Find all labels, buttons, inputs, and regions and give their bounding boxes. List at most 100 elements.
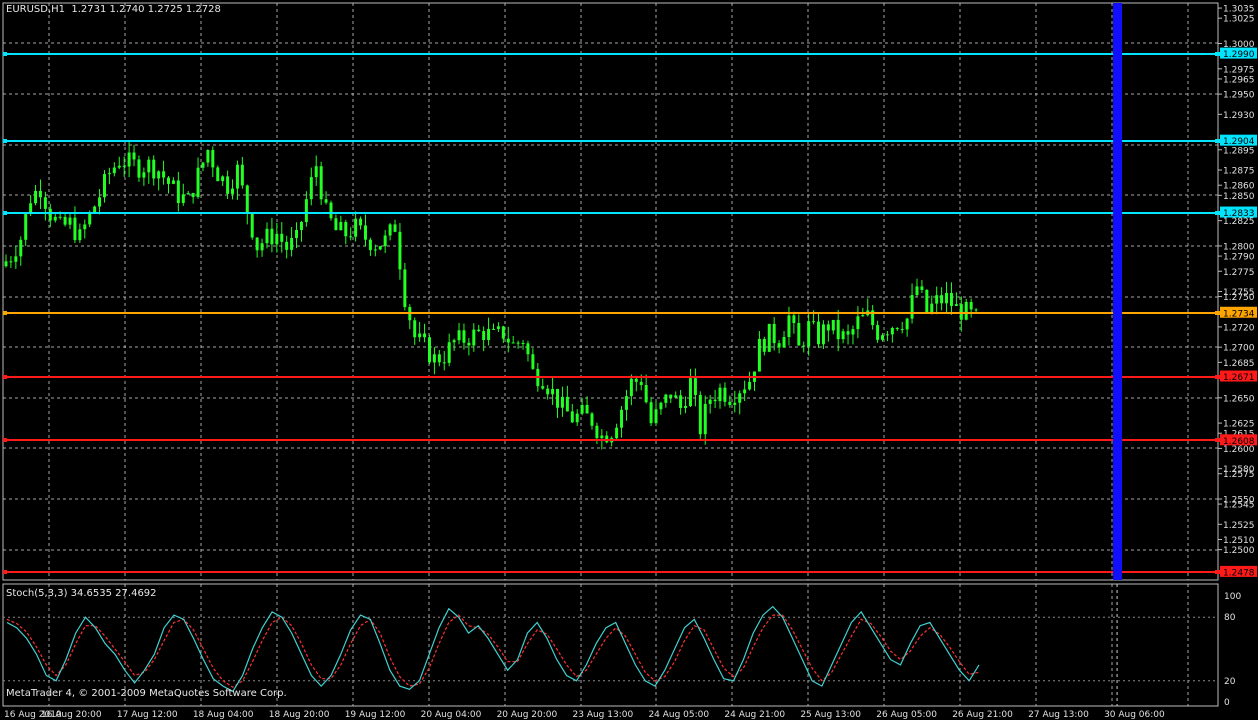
candle-body [492,328,495,330]
candle-body [792,315,796,323]
candle-body [639,381,643,386]
stoch-level-label: 0 [1224,698,1230,708]
line-handle[interactable] [1215,311,1220,315]
candle-body [496,326,500,329]
indicator-label: Stoch(5,3,3) 34.6535 27.4692 [6,588,157,599]
candle-body [693,378,697,396]
candle-body [516,342,520,344]
candle-body [851,329,855,335]
candle-body [24,214,28,240]
candle-body [856,316,860,330]
candle-body [112,167,116,174]
candle-body [821,324,825,345]
candle-body [634,378,638,382]
price-label: 1.2990 [1223,50,1255,60]
time-label: 18 Aug 04:00 [193,710,254,720]
line-handle[interactable] [1215,139,1220,143]
candle-body [102,174,106,198]
stoch-level-label: 80 [1224,613,1236,623]
candle-body [767,323,771,352]
candle-body [738,393,742,403]
price-label: 1.2600 [1223,445,1255,455]
candle-body [142,172,146,178]
candle-body [63,216,67,225]
candle-body [748,381,752,390]
line-handle[interactable] [3,52,7,56]
line-handle[interactable] [1215,52,1220,56]
price-label: 1.2720 [1223,323,1255,333]
candle-body [698,395,702,435]
candle-body [437,354,441,363]
time-label: 23 Aug 13:00 [573,710,634,720]
time-label: 20 Aug 20:00 [497,710,558,720]
price-label: 1.3035 [1223,5,1255,15]
chart-window[interactable]: 1.3035 1.3025 1.3000 1.2990 1.2975 1.2965 1.29… [0,0,1258,720]
candle-body [152,159,156,179]
price-label: 1.2965 [1223,75,1255,85]
candle-body [19,239,23,257]
candle-body [526,343,530,355]
candle-body [314,166,318,178]
candle-body [787,315,791,338]
candle-body [531,354,535,369]
price-label: 1.2750 [1223,293,1255,303]
vertical-marker[interactable] [1113,3,1123,580]
line-handle[interactable] [3,139,7,143]
candle-body [728,401,732,405]
line-handle[interactable] [1215,570,1220,574]
candle-body [418,333,422,338]
candle-body [432,354,436,363]
price-label: 1.2850 [1223,192,1255,202]
candle-body [841,331,845,340]
price-label: 1.2525 [1223,521,1255,531]
candle-body [688,378,692,407]
price-label: 1.2500 [1223,546,1255,556]
line-handle[interactable] [3,211,7,215]
time-label: 16 Aug 20:00 [41,710,102,720]
candle-body [565,396,569,412]
candle-body [861,315,865,317]
line-handle[interactable] [1215,438,1220,442]
price-label: 1.2650 [1223,394,1255,404]
candle-body [359,218,363,226]
candle-body [73,217,77,241]
candle-body [88,212,92,225]
candle-body [329,202,333,219]
line-handle[interactable] [3,375,7,379]
candle-body [723,387,727,402]
price-label: 1.2860 [1223,182,1255,192]
price-label: 1.2895 [1223,146,1255,156]
line-handle[interactable] [1215,375,1220,379]
price-label: 1.2825 [1223,217,1255,227]
candle-body [846,331,850,335]
candle-body [260,243,264,251]
line-handle[interactable] [3,438,7,442]
line-handle[interactable] [1215,211,1220,215]
chart-canvas[interactable]: 1.30351.30251.30001.29901.29751.29651.29… [0,0,1258,720]
time-label: 19 Aug 12:00 [345,710,406,720]
candle-body [575,413,579,423]
price-label: 1.2545 [1223,501,1255,511]
candle-body [664,394,668,403]
ohlc-values: 1.2731 1.2740 1.2725 1.2728 [71,4,221,15]
line-handle[interactable] [3,570,7,574]
candle-body [482,331,486,340]
candle-body [157,171,161,179]
price-label: 1.2800 [1223,242,1255,252]
candle-body [231,188,235,194]
symbol-timeframe: EURUSD,H1 [6,4,66,15]
candle-body [684,406,688,408]
candle-body [309,177,313,200]
candle-body [127,152,131,167]
price-label: 1.2510 [1223,536,1255,546]
candle-body [240,164,244,186]
candle-body [797,322,801,346]
candle-body [452,340,456,343]
candle-body [14,256,18,262]
time-label: 27 Aug 13:00 [1028,710,1089,720]
candle-body [196,167,200,198]
time-marker-bar[interactable] [1113,3,1123,580]
time-label: 18 Aug 20:00 [269,710,330,720]
line-handle[interactable] [3,311,7,315]
price-label: 1.2685 [1223,359,1255,369]
